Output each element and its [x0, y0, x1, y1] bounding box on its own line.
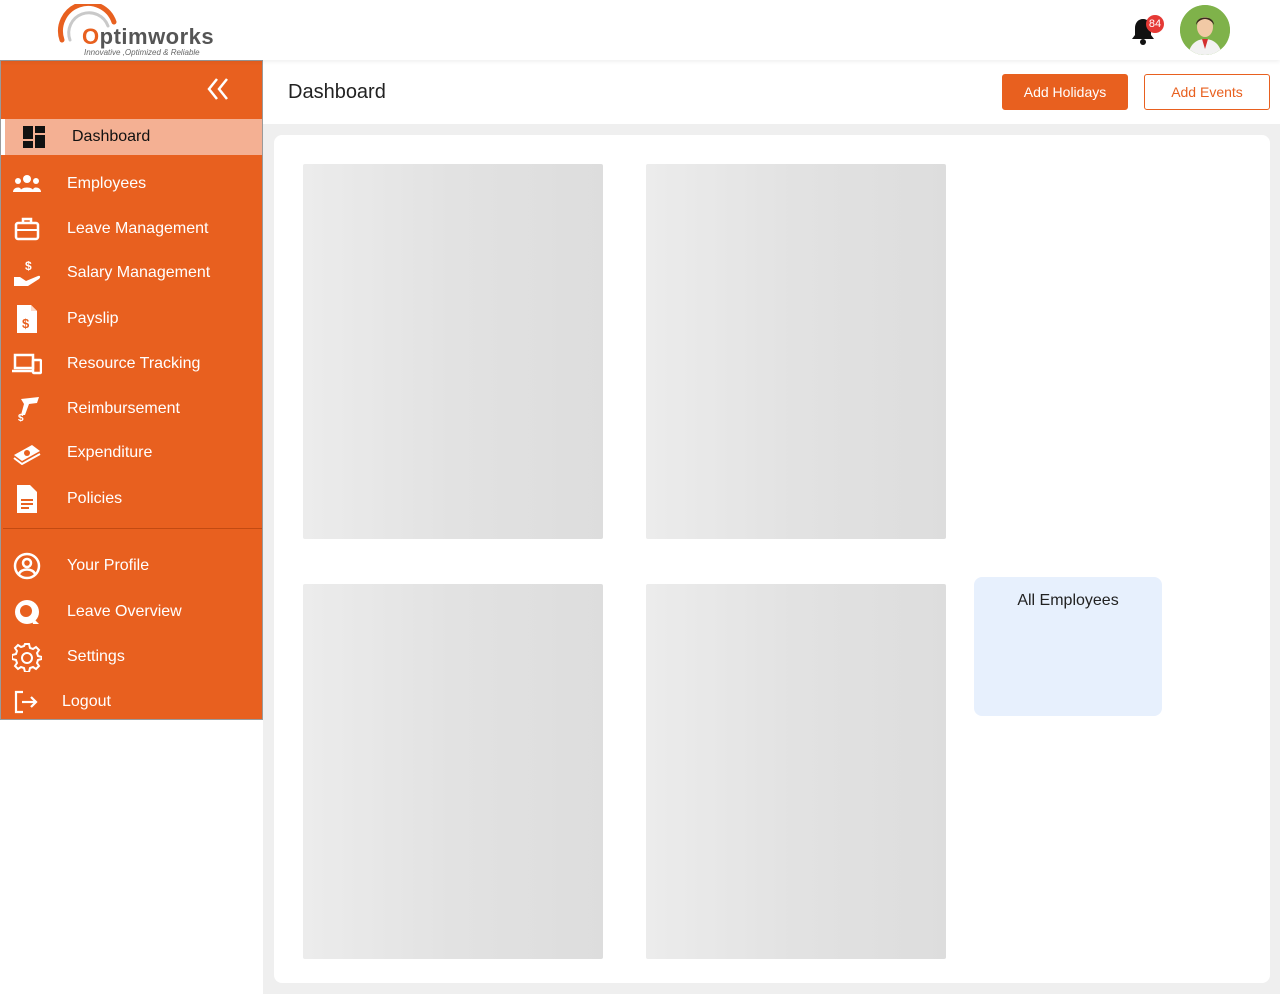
svg-text:$: $: [22, 316, 30, 331]
logo-tagline: Innovative ,Optimized & Reliable: [84, 48, 200, 57]
document-icon: [12, 484, 42, 514]
logout-icon: [12, 687, 42, 717]
sidebar-item-leave-management[interactable]: Leave Management: [1, 211, 262, 247]
skeleton-card: [303, 164, 603, 539]
sidebar-item-label: Policies: [67, 490, 123, 507]
sidebar: Dashboard Employees Leave Management $ S…: [0, 60, 263, 720]
add-holidays-button[interactable]: Add Holidays: [1002, 74, 1128, 110]
skeleton-card: [303, 584, 603, 959]
notification-count-badge: 84: [1146, 15, 1164, 33]
users-icon: [12, 169, 42, 199]
logo-wordmark: Optimworks: [82, 24, 215, 49]
sidebar-item-label: Payslip: [67, 310, 119, 327]
page-title: Dashboard: [288, 81, 386, 103]
sidebar-item-label: Expenditure: [67, 444, 153, 461]
sidebar-item-resource-tracking[interactable]: Resource Tracking: [1, 346, 262, 382]
avatar-person-icon: [1180, 5, 1230, 55]
user-avatar[interactable]: [1180, 5, 1230, 55]
reimbursement-icon: $: [12, 394, 42, 424]
sidebar-item-label: Employees: [67, 175, 147, 192]
briefcase-icon: [12, 214, 42, 244]
salary-hand-icon: $: [12, 258, 42, 288]
collapse-sidebar-icon[interactable]: [203, 75, 233, 103]
payslip-icon: $: [12, 304, 42, 334]
sidebar-item-label: Logout: [62, 693, 111, 710]
money-stack-icon: [12, 438, 42, 468]
sidebar-item-salary-management[interactable]: $ Salary Management: [1, 255, 262, 291]
sidebar-item-settings[interactable]: Settings: [1, 639, 262, 675]
devices-icon: [12, 349, 42, 379]
gear-icon: [12, 642, 42, 672]
sidebar-item-label: Reimbursement: [67, 400, 180, 417]
sidebar-item-expenditure[interactable]: Expenditure: [1, 435, 262, 471]
sidebar-item-label: Dashboard: [72, 128, 151, 145]
skeleton-card: [646, 584, 946, 959]
sidebar-divider: [3, 528, 262, 529]
svg-text:$: $: [18, 413, 24, 423]
top-bar: Optimworks Innovative ,Optimized & Relia…: [0, 0, 1280, 60]
add-events-button[interactable]: Add Events: [1144, 74, 1270, 110]
leave-overview-icon: [12, 597, 42, 627]
sidebar-item-employees[interactable]: Employees: [1, 166, 262, 202]
svg-text:$: $: [25, 259, 32, 273]
all-employees-card[interactable]: All Employees: [974, 577, 1162, 716]
all-employees-title: All Employees: [1017, 592, 1119, 609]
sidebar-item-policies[interactable]: Policies: [1, 481, 262, 517]
skeleton-card: [646, 164, 946, 539]
sidebar-item-label: Leave Management: [67, 220, 209, 237]
sidebar-item-logout[interactable]: Logout: [1, 684, 262, 720]
sidebar-item-payslip[interactable]: $ Payslip: [1, 301, 262, 337]
sidebar-item-reimbursement[interactable]: $ Reimbursement: [1, 391, 262, 427]
company-logo[interactable]: Optimworks Innovative ,Optimized & Relia…: [56, 4, 228, 57]
sidebar-item-label: Your Profile: [67, 557, 150, 574]
dashboard-icon: [19, 122, 49, 152]
sidebar-item-label: Resource Tracking: [67, 355, 201, 372]
sidebar-item-your-profile[interactable]: Your Profile: [1, 548, 262, 584]
sidebar-item-label: Leave Overview: [67, 603, 182, 620]
sidebar-item-leave-overview[interactable]: Leave Overview: [1, 594, 262, 630]
profile-icon: [12, 551, 42, 581]
sidebar-item-label: Salary Management: [67, 264, 211, 281]
sidebar-item-dashboard[interactable]: Dashboard: [1, 119, 262, 155]
sidebar-item-label: Settings: [67, 648, 125, 665]
